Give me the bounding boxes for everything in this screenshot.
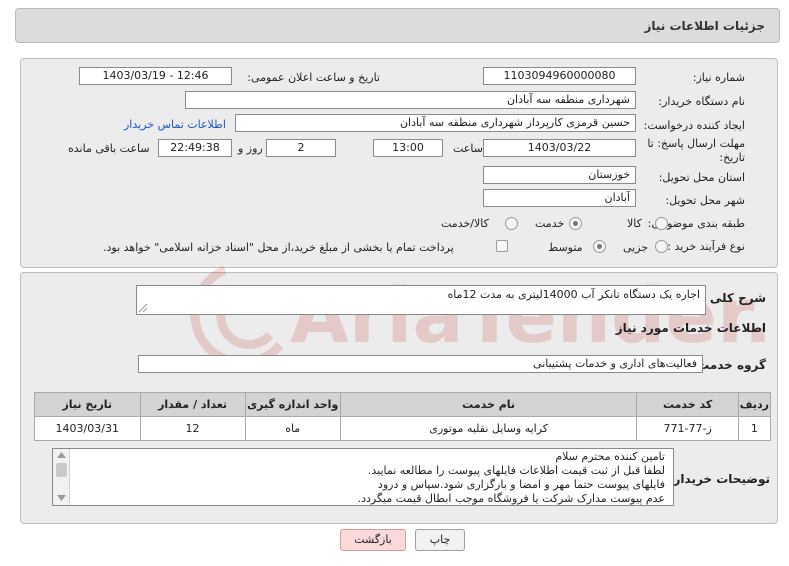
category-option-goods-service: کالا/خدمت — [441, 217, 489, 230]
table-row: 1 ز-77-771 کرایه وسایل نقلیه موتوری ماه … — [34, 416, 772, 441]
deadline-label: مهلت ارسال پاسخ: تا — [647, 137, 745, 150]
delivery-city-label: شهر محل تحویل: — [665, 194, 745, 207]
col-service-name: نام خدمت — [339, 392, 638, 417]
cell-service-code: ز-77-771 — [636, 416, 739, 441]
remaining-days-field[interactable]: 2 — [266, 139, 336, 157]
announce-date-label: تاریخ و ساعت اعلان عمومی: — [247, 71, 380, 84]
need-number-label: شماره نیاز: — [692, 71, 745, 84]
category-radio-service[interactable] — [569, 217, 582, 230]
need-number-field[interactable]: 1103094960000080 — [483, 67, 636, 85]
notes-line: تامین کننده محترم سلام — [555, 450, 665, 463]
deadline-date-field[interactable]: 1403/03/22 — [483, 139, 636, 157]
category-radio-goods[interactable] — [655, 217, 668, 230]
page-title: جزئیات اطلاعات نیاز — [644, 19, 765, 33]
col-unit: واحد اندازه گیری — [244, 392, 341, 417]
deadline-time-field[interactable]: 13:00 — [373, 139, 443, 157]
delivery-province-field[interactable]: خوزستان — [483, 166, 636, 184]
request-creator-field[interactable]: حسین قرمزی کارپرداز شهرداری منطقه سه آبا… — [235, 114, 636, 132]
scroll-thumb[interactable] — [56, 463, 67, 477]
cell-unit: ماه — [244, 416, 341, 441]
cell-need-date: 1403/03/31 — [34, 416, 141, 441]
cell-quantity: 12 — [139, 416, 246, 441]
notes-scrollbar[interactable] — [53, 449, 70, 505]
buyer-contact-link[interactable]: اطلاعات تماس خریدار — [124, 118, 226, 131]
page-header: جزئیات اطلاعات نیاز — [15, 8, 780, 43]
delivery-province-label: استان محل تحویل: — [658, 171, 745, 184]
back-button[interactable]: بازگشت — [340, 529, 406, 551]
services-table: ردیف کد خدمت نام خدمت واحد اندازه گیری ت… — [34, 392, 772, 441]
notes-line: لطفا قبل از ثبت قیمت اطلاعات فایلهای پیو… — [367, 464, 665, 477]
service-group-label: گروه خدمت: — [692, 358, 766, 372]
days-label: روز و — [238, 142, 263, 155]
cell-service-name: کرایه وسایل نقلیه موتوری — [339, 416, 638, 441]
description-field[interactable]: اجاره یک دستگاه تانکر آب 14000لیتری به م… — [136, 285, 706, 315]
process-option-medium: متوسط — [548, 241, 583, 254]
deadline-label-date: تاریخ: — [719, 151, 745, 164]
buyer-notes-text: تامین کننده محترم سلام لطفا قبل از ثبت ق… — [75, 450, 665, 506]
announce-date-field[interactable]: 1403/03/19 - 12:46 — [79, 67, 232, 85]
remaining-time-label: ساعت باقی مانده — [68, 142, 150, 155]
resize-grip-icon[interactable] — [138, 303, 148, 313]
process-type-label: نوع فرآیند خرید : — [667, 240, 745, 253]
category-option-goods: کالا — [627, 217, 642, 230]
table-header-row: ردیف کد خدمت نام خدمت واحد اندازه گیری ت… — [34, 392, 772, 417]
treasury-payment-checkbox[interactable] — [496, 240, 508, 252]
category-radio-goods-service[interactable] — [505, 217, 518, 230]
buyer-notes-label: توضیحات خریدار: — [668, 472, 770, 486]
col-need-date: تاریخ نیاز — [34, 392, 141, 417]
delivery-city-field[interactable]: آبادان — [483, 189, 636, 207]
scroll-down-icon[interactable] — [57, 495, 66, 501]
buyer-name-label: نام دستگاه خریدار: — [658, 95, 745, 108]
buyer-name-field[interactable]: شهرداری منطقه سه آبادان — [185, 91, 636, 109]
print-button[interactable]: چاپ — [415, 529, 465, 551]
need-info-panel — [20, 58, 778, 268]
col-row-number: ردیف — [737, 392, 772, 417]
notes-line: عدم پیوست مدارک شرکت یا فروشگاه موجب ابط… — [357, 492, 665, 505]
process-option-minor: جزیی — [623, 241, 649, 254]
col-service-code: کد خدمت — [636, 392, 739, 417]
notes-line: فایلهای پیوست حتما مهر و امضا و بارگزاری… — [377, 478, 665, 491]
treasury-payment-note: پرداخت تمام یا بخشی از مبلغ خرید،از محل … — [103, 241, 454, 254]
cell-row-number: 1 — [737, 416, 772, 441]
buyer-notes-box[interactable]: تامین کننده محترم سلام لطفا قبل از ثبت ق… — [52, 448, 674, 506]
request-creator-label: ایجاد کننده درخواست: — [643, 119, 745, 132]
category-option-service: خدمت — [535, 217, 565, 230]
service-group-field[interactable]: فعالیت‌های اداری و خدمات پشتیبانی — [138, 355, 703, 373]
col-quantity: تعداد / مقدار — [139, 392, 246, 417]
process-radio-medium[interactable] — [593, 240, 606, 253]
services-section-title: اطلاعات خدمات مورد نیاز — [615, 321, 766, 335]
scroll-up-icon[interactable] — [57, 452, 66, 458]
deadline-time-label: ساعت — [453, 142, 483, 155]
process-radio-minor[interactable] — [655, 240, 668, 253]
remaining-time-field[interactable]: 22:49:38 — [158, 139, 232, 157]
